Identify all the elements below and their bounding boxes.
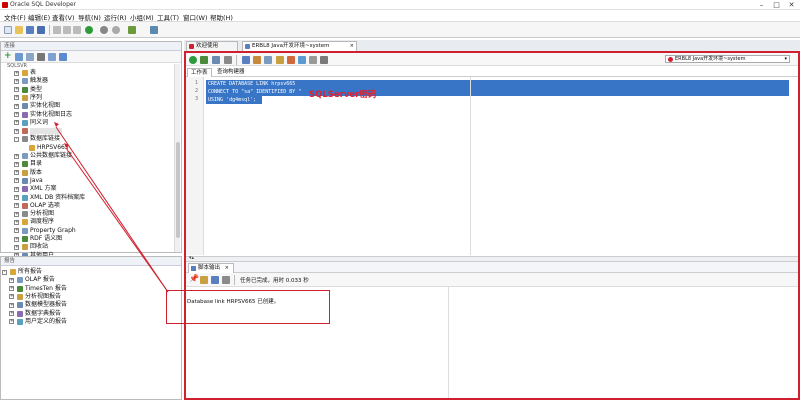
- arrow-to-db-link: [65, 147, 169, 293]
- arrowhead: [54, 122, 59, 127]
- arrowhead: [64, 143, 69, 148]
- annotation-arrows: [54, 122, 169, 293]
- arrow-to-redacted-node: [55, 126, 169, 293]
